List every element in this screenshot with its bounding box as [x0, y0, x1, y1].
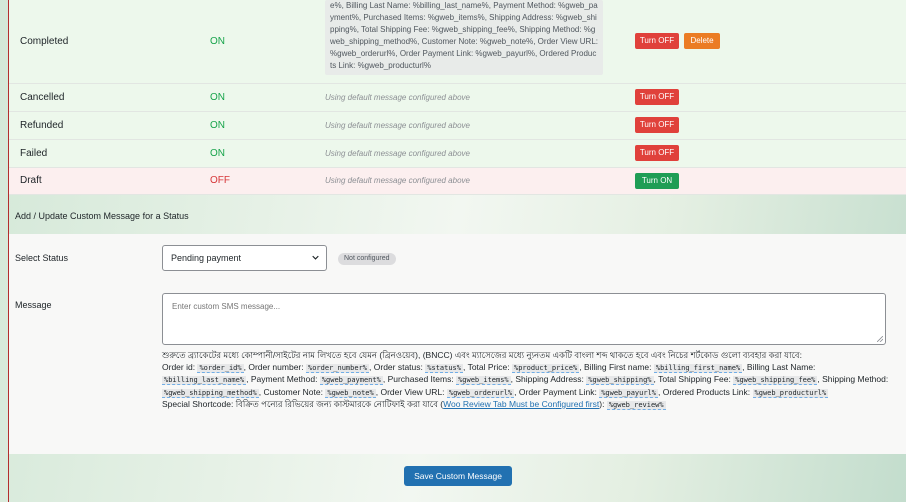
instruction-text: শুরুতে ব্র্যাকেটের মধ্যে কোম্পানী/সাইটের…: [162, 350, 803, 360]
shortcode-code: %gweb_payurl%: [599, 388, 658, 398]
turn-off-button[interactable]: Turn OFF: [635, 145, 679, 161]
status-actions: Turn OFF: [635, 83, 906, 112]
select-status-label: Select Status: [15, 253, 69, 263]
turn-off-button[interactable]: Turn OFF: [635, 33, 679, 50]
status-state: ON: [210, 139, 325, 168]
shortcode-code: %status%: [425, 363, 463, 373]
shortcode-label: Billing First name:: [583, 361, 652, 372]
status-name: Completed: [9, 0, 210, 84]
special-shortcode-code: %gweb_review%: [606, 401, 666, 410]
status-state: ON: [210, 0, 325, 84]
status-name: Draft: [9, 167, 210, 195]
status-state: OFF: [210, 167, 325, 195]
status-actions: Turn OFF: [635, 111, 906, 140]
status-actions: Turn OFF: [635, 139, 906, 168]
shortcode-label: Order View URL:: [380, 386, 445, 397]
shortcode-label: Order id:: [162, 361, 196, 372]
status-table: Completed ON e%, Billing Last Name: %bil…: [9, 0, 906, 195]
section-title: Add / Update Custom Message for a Status: [15, 211, 189, 221]
save-custom-message-button[interactable]: Save Custom Message: [404, 466, 512, 486]
shortcode-code: %gweb_orderurl%: [446, 388, 515, 398]
shortcode-code: %gweb_items%: [456, 376, 511, 385]
status-actions: Turn ON: [635, 167, 906, 195]
shortcode-help: শুরুতে ব্র্যাকেটের মধ্যে কোম্পানী/সাইটের…: [162, 350, 892, 412]
shortcode-code: %order_id%: [197, 363, 244, 373]
shortcode-label: Shipping Method:: [822, 374, 889, 384]
special-shortcode-label: Special Shortcode:: [162, 399, 234, 409]
status-message: Using default message configured above: [325, 83, 635, 112]
shortcode-code: %order_number%: [306, 363, 370, 373]
shortcode-code: %gweb_shipping%: [586, 376, 654, 385]
chevron-down-icon: [312, 255, 319, 260]
status-name: Failed: [9, 139, 210, 168]
turn-off-button[interactable]: Turn OFF: [635, 89, 679, 105]
shortcode-code: %gweb_producturl%: [752, 388, 829, 398]
status-name: Cancelled: [9, 83, 210, 112]
status-message-cell: e%, Billing Last Name: %billing_last_nam…: [325, 0, 635, 84]
special-shortcode-close: ):: [599, 399, 605, 409]
turn-on-button[interactable]: Turn ON: [635, 172, 679, 189]
status-name: Refunded: [9, 111, 210, 140]
message-textarea[interactable]: [162, 293, 886, 345]
shortcode-label: Order Payment Link:: [518, 386, 597, 397]
shortcode-label: Customer Note:: [263, 386, 323, 397]
shortcode-label: Total Shipping Fee:: [658, 374, 731, 384]
shortcode-code: %product_price%: [511, 363, 580, 373]
status-message: Using default message configured above: [325, 167, 635, 195]
status-row-failed: Failed ON Using default message configur…: [9, 139, 906, 168]
resize-handle-icon[interactable]: [877, 336, 883, 342]
shortcode-code: %gweb_shipping_method%: [162, 388, 259, 398]
status-row-refunded: Refunded ON Using default message config…: [9, 111, 906, 140]
status-actions: Turn OFF Delete: [635, 0, 906, 84]
message-label: Message: [15, 300, 52, 310]
turn-off-button[interactable]: Turn OFF: [635, 117, 679, 133]
shortcode-code: %billing_first_name%: [653, 363, 743, 373]
delete-button[interactable]: Delete: [684, 33, 720, 50]
special-shortcode-text: বিক্রিত পন্যের রিভিয়ের জন্য কাস্টমারকে …: [235, 399, 444, 409]
status-state: ON: [210, 111, 325, 140]
shortcode-label: Total Price:: [467, 361, 510, 372]
status-select[interactable]: Pending payment: [162, 245, 327, 271]
shortcode-list: Order id: %order_id%, Order number: %ord…: [162, 361, 889, 398]
custom-message-preview: e%, Billing Last Name: %billing_last_nam…: [325, 0, 603, 75]
shortcode-label: Payment Method:: [250, 374, 318, 384]
status-badge: Not configured: [338, 253, 396, 265]
shortcode-code: %gweb_note%: [325, 388, 376, 398]
shortcode-label: Order number:: [248, 361, 304, 372]
shortcode-code: %gweb_payment%: [319, 376, 383, 385]
status-select-value: Pending payment: [171, 253, 242, 263]
status-state: ON: [210, 83, 325, 112]
status-row-cancelled: Cancelled ON Using default message confi…: [9, 83, 906, 112]
shortcode-code: %billing_last_name%: [162, 376, 247, 385]
status-row-draft: Draft OFF Using default message configur…: [9, 167, 906, 195]
shortcode-code: %gweb_shipping_fee%: [733, 376, 818, 385]
shortcode-label: Shipping Address:: [515, 374, 584, 384]
shortcode-label: Ordered Products Link:: [662, 386, 751, 397]
status-row-completed: Completed ON e%, Billing Last Name: %bil…: [9, 0, 906, 84]
shortcode-label: Order status:: [373, 361, 423, 372]
review-tab-link[interactable]: Woo Review Tab Must be Configured first: [443, 399, 599, 409]
status-message: Using default message configured above: [325, 111, 635, 140]
shortcode-label: Purchased Items:: [387, 374, 454, 384]
status-message: Using default message configured above: [325, 139, 635, 168]
shortcode-label: Billing Last Name:: [746, 361, 816, 372]
